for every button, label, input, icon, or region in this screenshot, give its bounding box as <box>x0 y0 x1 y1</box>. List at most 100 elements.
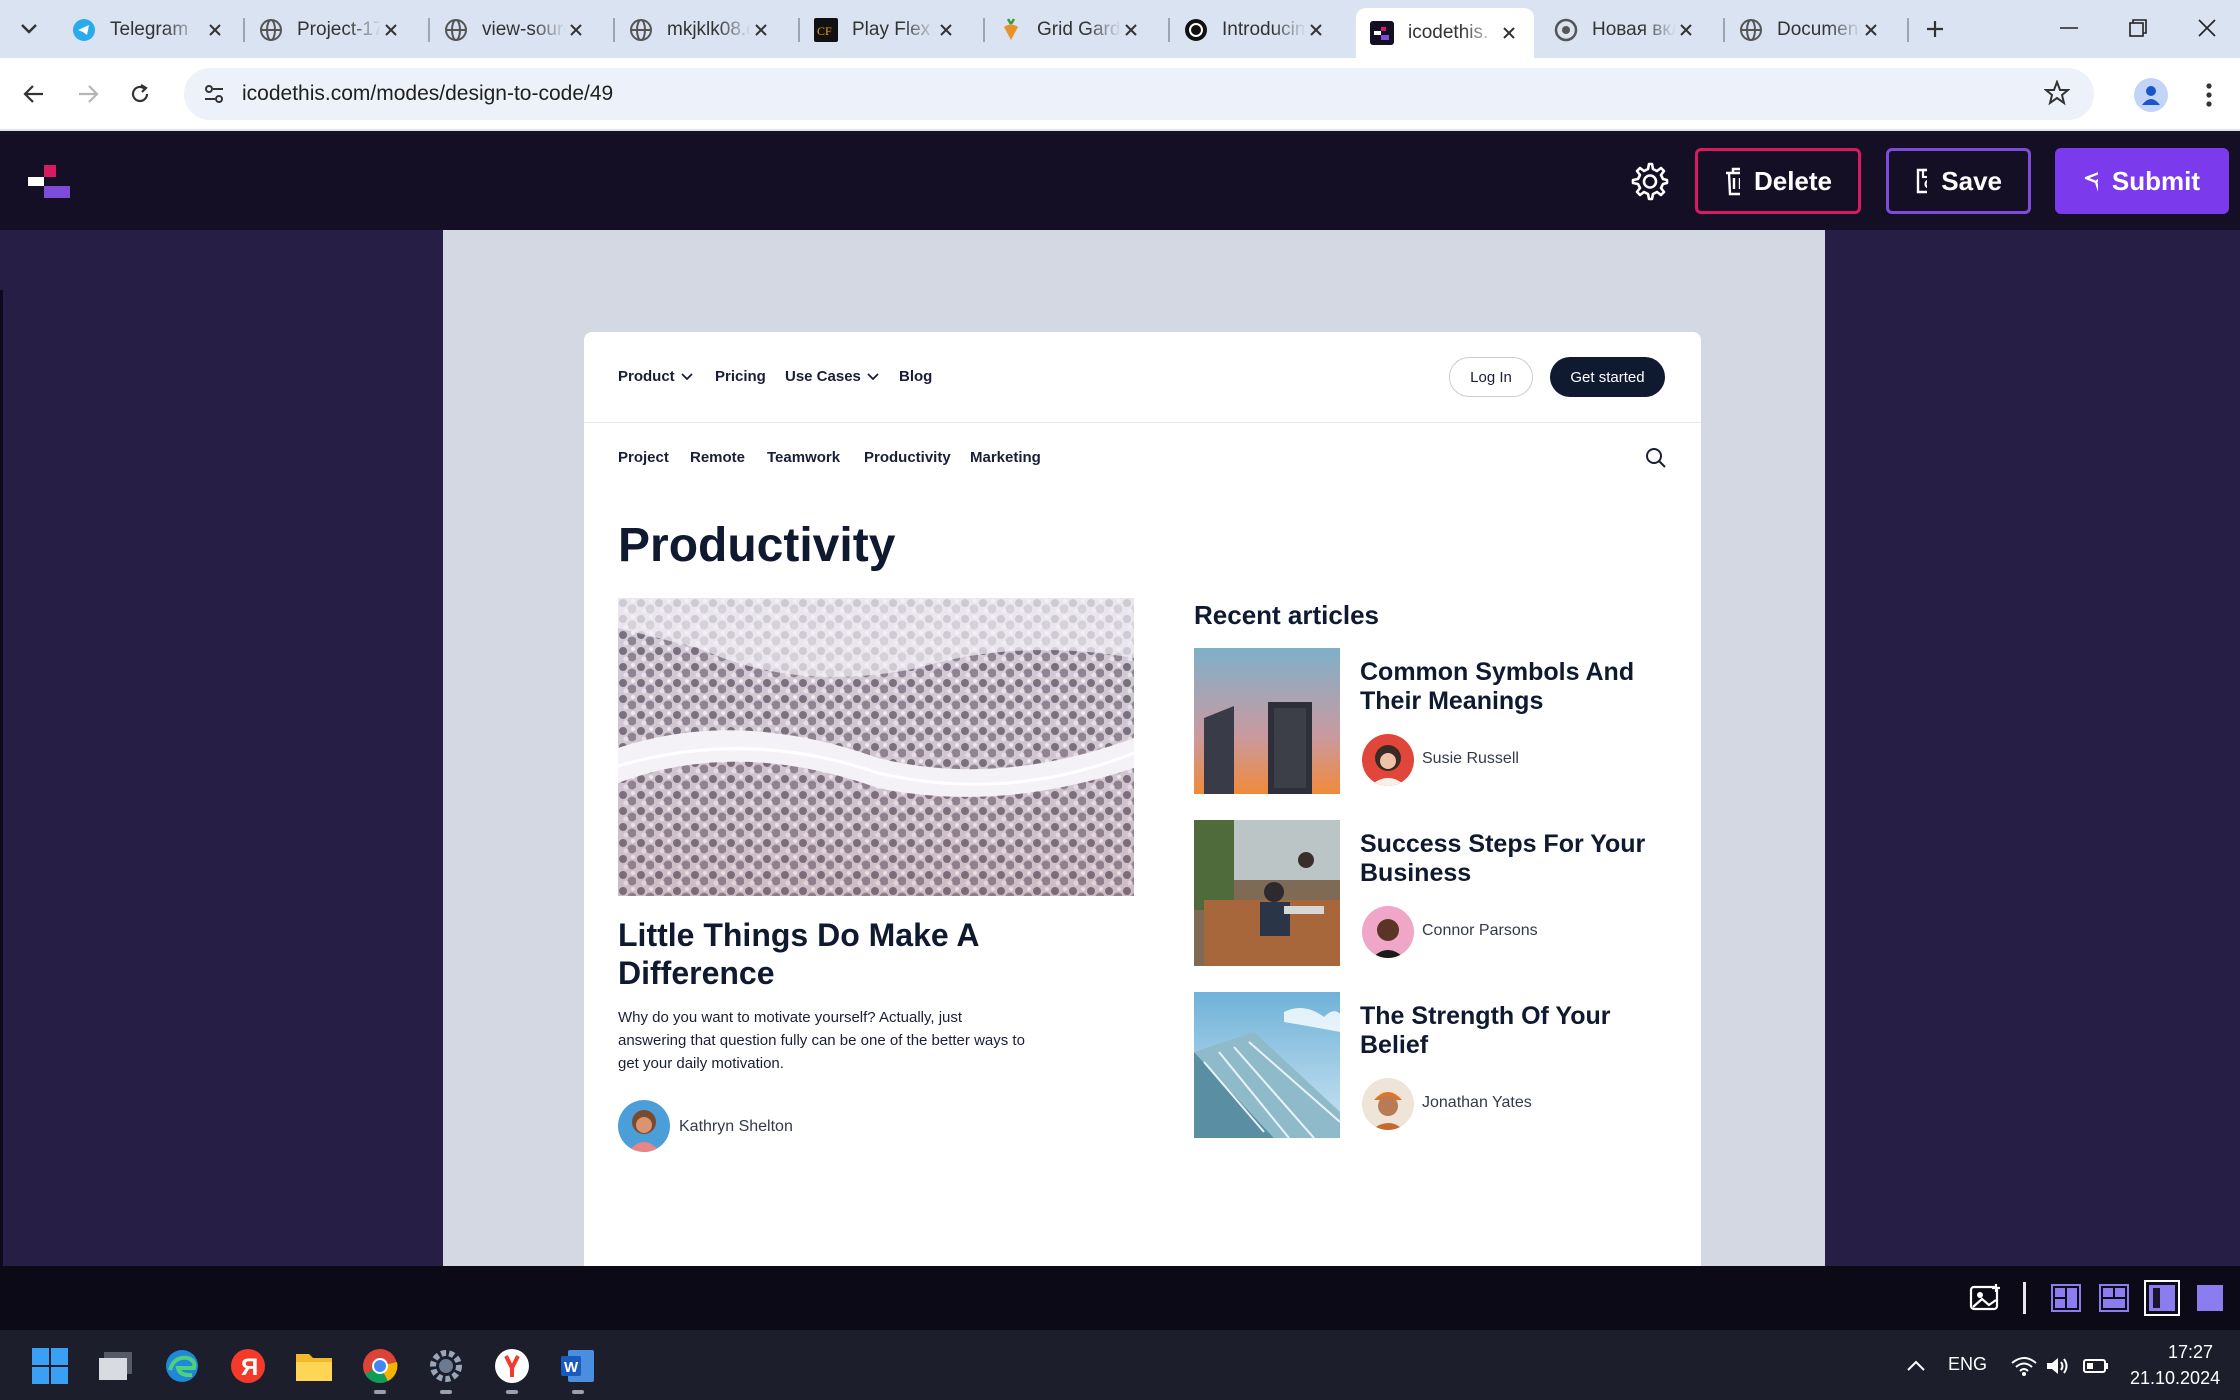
browser-menu-button[interactable] <box>2194 78 2224 112</box>
show-hidden-icons-chevron-up-icon[interactable] <box>1894 1344 1938 1388</box>
icodethis-icon <box>1370 21 1394 45</box>
site-top-nav: Product Pricing Use Cases Blog Log In Ge… <box>584 332 1701 423</box>
recent-article-title[interactable]: The Strength Of Your Belief <box>1360 1002 1680 1060</box>
get-started-button[interactable]: Get started <box>1550 357 1665 397</box>
nav-pricing[interactable]: Pricing <box>715 368 766 385</box>
cf-icon: CF <box>814 18 838 42</box>
close-tab-icon[interactable] <box>381 19 401 41</box>
recent-article-image[interactable] <box>1194 992 1340 1138</box>
layout-split-icon[interactable] <box>2048 1280 2084 1316</box>
nav-blog[interactable]: Blog <box>899 368 932 385</box>
browser-tab[interactable]: CF Play Flex B <box>800 8 970 52</box>
layout-full-icon[interactable] <box>2192 1280 2228 1316</box>
recent-article-image[interactable] <box>1194 820 1340 966</box>
browser-tab[interactable]: Grid Garden <box>985 8 1155 52</box>
category-remote[interactable]: Remote <box>690 449 745 466</box>
author-name: Kathryn Shelton <box>679 1118 793 1135</box>
nav-use-cases-label: Use Cases <box>785 368 861 385</box>
submit-button[interactable]: Submit <box>2055 148 2229 214</box>
reload-icon <box>131 84 149 103</box>
featured-article-image[interactable] <box>618 598 1134 896</box>
back-button[interactable] <box>14 74 54 114</box>
screenshot-add-icon[interactable] <box>1968 1280 2004 1316</box>
clock-time[interactable]: 17:27 <box>2168 1342 2213 1363</box>
search-button[interactable] <box>1644 446 1668 470</box>
tab-search-button[interactable] <box>12 12 46 46</box>
login-button[interactable]: Log In <box>1449 357 1533 397</box>
settings-app-icon[interactable] <box>424 1344 468 1394</box>
category-teamwork[interactable]: Teamwork <box>767 449 840 466</box>
recent-article-title[interactable]: Common Symbols And Their Meanings <box>1360 658 1680 716</box>
word-icon[interactable]: W <box>556 1344 600 1394</box>
category-productivity[interactable]: Productivity <box>864 449 951 466</box>
close-tab-icon[interactable] <box>751 19 771 41</box>
edge-icon[interactable] <box>160 1344 204 1388</box>
browser-tab[interactable]: Project-17 <box>245 8 415 52</box>
running-indicator <box>572 1390 584 1394</box>
close-tab-icon[interactable] <box>1861 19 1881 41</box>
featured-article-title[interactable]: Little Things Do Make A Difference <box>618 916 1098 992</box>
address-bar[interactable]: icodethis.com/modes/design-to-code/49 <box>184 68 2094 120</box>
tab-title: Play Flex B <box>852 19 936 40</box>
yandex-browser-icon[interactable] <box>490 1344 534 1394</box>
forward-button[interactable] <box>68 74 108 114</box>
browser-tab-active[interactable]: icodethis. <box>1356 8 1534 58</box>
reload-button[interactable] <box>120 74 160 114</box>
battery-icon[interactable] <box>2074 1344 2118 1388</box>
restore-button[interactable] <box>2113 8 2163 48</box>
tab-title: Project-17 <box>297 19 381 40</box>
new-tab-button[interactable] <box>1918 12 1952 46</box>
browser-tab[interactable]: Telegram <box>58 8 240 52</box>
carrot-icon <box>999 18 1023 42</box>
task-view-icon[interactable] <box>94 1344 138 1388</box>
submit-label: Submit <box>2111 165 2200 196</box>
browser-tab[interactable]: Document <box>1725 8 1895 52</box>
chevron-down-icon <box>21 24 37 34</box>
yandex-icon[interactable]: Я <box>226 1344 270 1388</box>
language-indicator[interactable]: ENG <box>1948 1354 1987 1375</box>
recent-article-title[interactable]: Success Steps For Your Business <box>1360 830 1680 888</box>
tab-title: Telegram <box>110 19 189 40</box>
minimize-button[interactable] <box>2044 8 2094 48</box>
nav-product[interactable]: Product <box>618 368 693 385</box>
close-tab-icon[interactable] <box>1306 19 1326 41</box>
svg-text:Я: Я <box>241 1354 258 1381</box>
close-tab-icon[interactable] <box>1121 19 1141 41</box>
tab-divider <box>1907 18 1909 42</box>
category-marketing[interactable]: Marketing <box>970 449 1041 466</box>
url-text[interactable]: icodethis.com/modes/design-to-code/49 <box>242 82 613 106</box>
close-tab-icon[interactable] <box>1676 19 1696 41</box>
browser-tab[interactable]: mkjklk08.c <box>615 8 785 52</box>
browser-tab[interactable]: view-source <box>430 8 600 52</box>
close-tab-icon[interactable] <box>936 19 956 41</box>
editor-bottom-bar <box>0 1266 2240 1330</box>
bookmark-star-icon[interactable] <box>2043 79 2071 111</box>
delete-button[interactable]: Delete <box>1695 148 1861 214</box>
layout-preview-icon[interactable] <box>2144 1280 2180 1316</box>
close-window-button[interactable] <box>2182 8 2232 48</box>
browser-tab[interactable]: Introducing <box>1170 8 1340 52</box>
clock-date[interactable]: 21.10.2024 <box>2130 1368 2220 1389</box>
layout-grid-icon[interactable] <box>2096 1280 2132 1316</box>
save-button[interactable]: Save <box>1886 148 2031 214</box>
preview-canvas: Product Pricing Use Cases Blog Log In Ge… <box>443 230 1825 1266</box>
settings-button[interactable] <box>1626 158 1672 204</box>
file-explorer-icon[interactable] <box>292 1344 336 1388</box>
recent-article-image[interactable] <box>1194 648 1340 794</box>
category-project[interactable]: Project <box>618 449 669 466</box>
icodethis-logo[interactable] <box>28 163 72 199</box>
nav-use-cases[interactable]: Use Cases <box>785 368 879 385</box>
chrome-icon <box>1554 18 1578 42</box>
arrow-left-icon <box>23 85 43 103</box>
profile-avatar[interactable] <box>2134 78 2168 112</box>
editor-workspace: Product Pricing Use Cases Blog Log In Ge… <box>0 230 2240 1266</box>
site-info-icon[interactable] <box>194 83 234 105</box>
paper-plane-icon <box>2084 172 2098 192</box>
chrome-taskbar-icon[interactable] <box>358 1344 402 1394</box>
browser-tab[interactable]: Новая вкладка <box>1540 8 1710 52</box>
globe-icon <box>444 18 468 42</box>
close-tab-icon[interactable] <box>1498 22 1520 44</box>
windows-start-icon[interactable] <box>28 1344 72 1388</box>
close-tab-icon[interactable] <box>204 19 226 41</box>
close-tab-icon[interactable] <box>566 19 586 41</box>
